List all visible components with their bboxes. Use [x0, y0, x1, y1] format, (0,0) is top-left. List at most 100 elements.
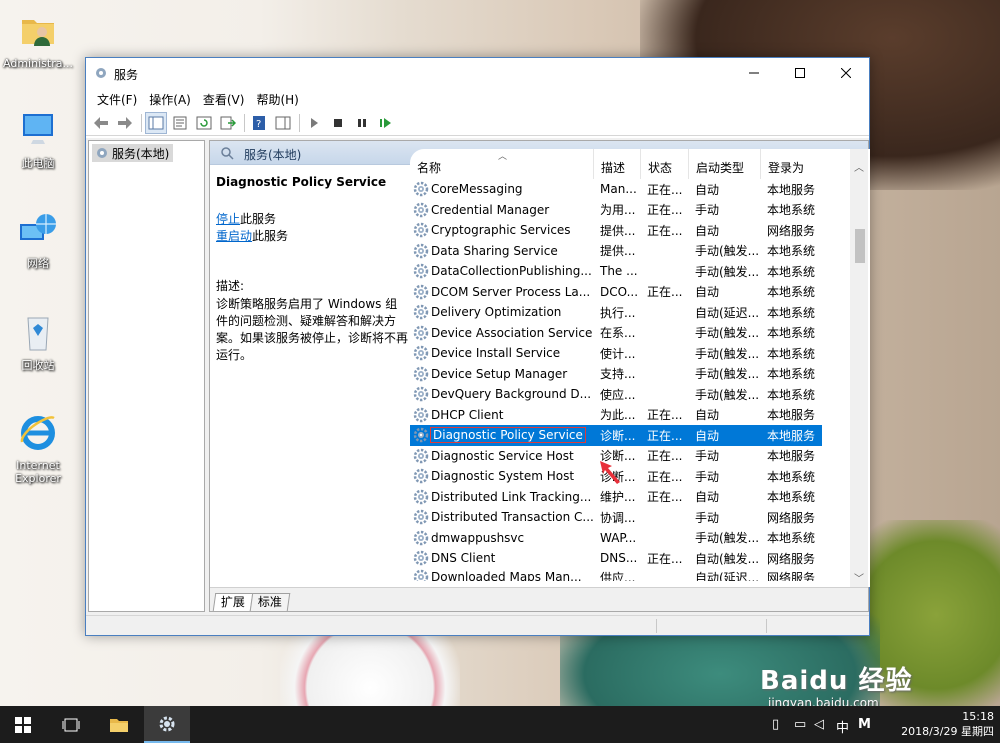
system-clock[interactable]: 15:18 2018/3/29 星期四 [884, 709, 994, 739]
cell-name: Credential Manager [410, 202, 593, 218]
service-name: Distributed Transaction C... [431, 510, 593, 525]
properties-button[interactable] [169, 112, 191, 134]
table-row[interactable]: DHCP Client 为此... 正在... 自动 本地服务 [410, 405, 822, 426]
column-label: 登录为 [768, 161, 805, 175]
cell-description: 为此... [600, 408, 636, 423]
cell-name: Device Association Service [410, 325, 593, 341]
description-pane: Diagnostic Policy Service 停止此服务 重启动此服务 描… [210, 165, 410, 587]
maximize-button[interactable] [777, 58, 823, 88]
column-label: 状态 [648, 161, 673, 175]
stop-service-link[interactable]: 停止 [216, 212, 240, 226]
cell-description: DNS... [600, 551, 638, 566]
show-hide-console-tree-button[interactable] [145, 111, 167, 134]
help-button[interactable]: ? [248, 112, 270, 134]
usb-device-icon[interactable]: ▯ [772, 717, 779, 732]
cell-log-on-as: 本地服务 [767, 182, 816, 197]
tree-item-services-local[interactable]: 服务(本地) [92, 144, 174, 162]
table-row[interactable]: Diagnostic Policy Service 诊断... 正在... 自动 本地服… [410, 425, 822, 446]
show-action-pane-button[interactable] [272, 112, 294, 134]
table-row[interactable]: Device Association Service 在系... 手动(触发... 本… [410, 323, 822, 344]
table-row[interactable]: DevQuery Background D... 使应... 手动(触发... 本地系… [410, 384, 822, 405]
desktop-icon-label: 此电脑 [21, 157, 55, 171]
cell-startup-type: 自动(延迟... [695, 570, 760, 581]
network-status-icon[interactable]: ▭ [794, 717, 806, 732]
taskbar: ▯ ▭ ◁ 中 M 15:18 2018/3/29 星期四 [0, 706, 1000, 743]
services-taskbar-button[interactable] [144, 706, 190, 743]
column-header-name[interactable]: ︿ 名称 [410, 149, 593, 179]
service-name: Distributed Link Tracking... [431, 489, 592, 504]
forward-button[interactable] [114, 112, 136, 134]
menu-action[interactable]: 操作(A) [144, 91, 196, 108]
chevron-down-icon[interactable]: ﹀ [854, 570, 864, 585]
cell-description: The ... [600, 264, 638, 279]
table-row[interactable]: Device Install Service 使计... 手动(触发... 本地系统 [410, 343, 822, 364]
cell-description: Man... [600, 182, 637, 197]
cell-status: 正在... [647, 223, 683, 238]
table-row[interactable]: Device Setup Manager 支持... 手动(触发... 本地系统 [410, 364, 822, 385]
column-header-log-on-as[interactable]: 登录为 [760, 149, 820, 179]
cell-name: Diagnostic Policy Service [410, 427, 593, 444]
desktop-icon-administrator[interactable]: Administra... [0, 10, 76, 70]
cell-description: 提供... [600, 223, 636, 238]
refresh-button[interactable] [193, 112, 215, 134]
menu-view[interactable]: 查看(V) [198, 91, 250, 108]
cell-description: 使应... [600, 387, 636, 402]
table-row[interactable]: Downloaded Maps Man... 供应... 自动(延迟... 网络服务 [410, 569, 822, 581]
start-button[interactable] [0, 706, 46, 743]
restart-service-button[interactable] [375, 112, 397, 134]
cell-log-on-as: 本地系统 [767, 264, 816, 279]
desktop-icon-network[interactable]: 网络 [0, 210, 76, 270]
tab-extended[interactable]: 扩展 [212, 593, 254, 611]
table-row[interactable]: Distributed Transaction C... 协调... 手动 网络服务 [410, 507, 822, 528]
cell-startup-type: 自动(延迟... [695, 305, 760, 320]
start-service-button[interactable] [303, 112, 325, 134]
close-button[interactable] [823, 58, 869, 88]
table-row[interactable]: CoreMessaging Man... 正在... 自动 本地服务 [410, 179, 822, 200]
network-globe-icon [20, 214, 56, 240]
file-explorer-button[interactable] [96, 706, 142, 743]
table-row[interactable]: Delivery Optimization 执行... 自动(延迟... 本地系统 [410, 302, 822, 323]
table-row[interactable]: Data Sharing Service 提供... 手动(触发... 本地系统 [410, 241, 822, 262]
column-header-startup-type[interactable]: 启动类型 [688, 149, 760, 179]
desktop-icon-internet-explorer[interactable]: Internet Explorer [0, 412, 76, 486]
table-row[interactable]: Distributed Link Tracking... 维护... 正在... 自动… [410, 487, 822, 508]
pause-service-button[interactable] [351, 112, 373, 134]
scrollbar-thumb[interactable] [855, 229, 865, 263]
column-label: 名称 [417, 161, 442, 175]
table-row[interactable]: dmwappushsvc WAP... 手动(触发... 本地系统 [410, 528, 822, 549]
chevron-up-icon[interactable]: ︿ [854, 159, 864, 174]
desktop-icon-recycle-bin[interactable]: 回收站 [0, 312, 76, 372]
cell-description: 供应... [600, 570, 636, 581]
cell-name: DCOM Server Process La... [410, 284, 593, 300]
tab-standard[interactable]: 标准 [249, 593, 291, 611]
menu-help[interactable]: 帮助(H) [251, 91, 303, 108]
volume-icon[interactable]: ◁ [814, 717, 824, 732]
restart-service-link[interactable]: 重启动 [216, 229, 252, 243]
table-row[interactable]: DataCollectionPublishing... The ... 手动(触发.… [410, 261, 822, 282]
desktop-icon-this-pc[interactable]: 此电脑 [0, 110, 76, 170]
export-icon [220, 116, 236, 129]
clock-date: 2018/3/29 星期四 [901, 725, 994, 738]
service-gear-icon [413, 325, 429, 340]
cell-description: 协调... [600, 510, 636, 525]
table-row[interactable]: Credential Manager 为用... 正在... 手动 本地系统 [410, 200, 822, 221]
minimize-button[interactable] [731, 58, 777, 88]
menu-file[interactable]: 文件(F) [92, 91, 142, 108]
input-method-indicator[interactable]: 中 [836, 717, 849, 736]
table-row[interactable]: Cryptographic Services 提供... 正在... 自动 网络服务 [410, 220, 822, 241]
task-view-icon [62, 718, 80, 731]
column-header-description[interactable]: 描述 [593, 149, 640, 179]
table-row[interactable]: DNS Client DNS... 正在... 自动(触发... 网络服务 [410, 548, 822, 569]
export-list-button[interactable] [217, 112, 239, 134]
table-row[interactable]: DCOM Server Process La... DCO... 正在... 自动 本地… [410, 282, 822, 303]
ime-mode-indicator[interactable]: M [858, 717, 871, 732]
vertical-scrollbar[interactable]: ︿ ﹀ [850, 149, 868, 587]
system-tray: ▯ ▭ ◁ 中 M 15:18 2018/3/29 星期四 [760, 706, 1000, 743]
back-button[interactable] [90, 112, 112, 134]
column-header-status[interactable]: 状态 [640, 149, 688, 179]
title-bar[interactable]: 服务 [86, 58, 869, 88]
stop-service-button[interactable] [327, 112, 349, 134]
task-view-button[interactable] [48, 706, 94, 743]
service-name: DCOM Server Process La... [431, 284, 591, 299]
tab-label: 扩展 [220, 595, 245, 609]
